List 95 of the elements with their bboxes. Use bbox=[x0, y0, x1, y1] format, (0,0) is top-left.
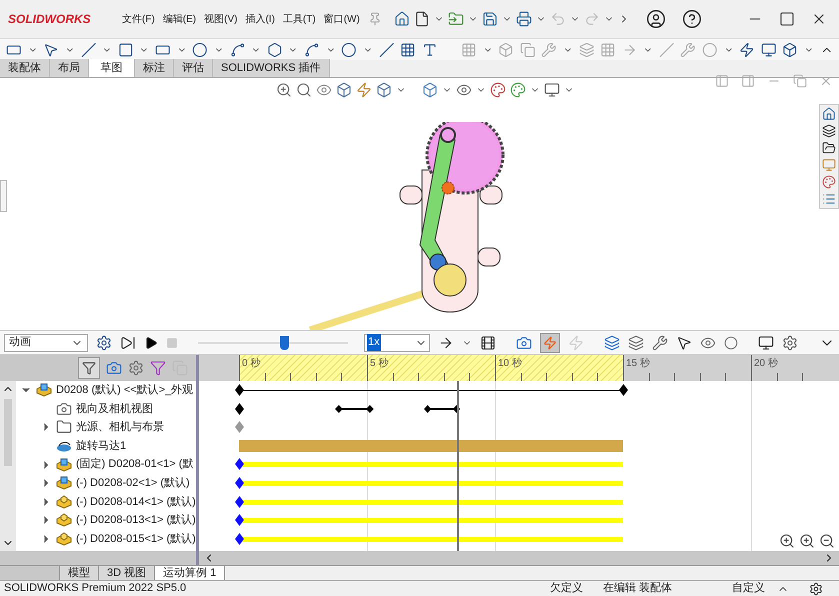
tree-item[interactable]: D0208 (默认) <<默认>_外观 bbox=[56, 382, 194, 399]
menu-item[interactable]: 文件(F) bbox=[118, 12, 159, 26]
speed-select[interactable]: 1x bbox=[364, 334, 430, 352]
slider-thumb[interactable] bbox=[280, 336, 288, 350]
tree-item[interactable]: 视向及相机视图 bbox=[76, 400, 153, 418]
editing-text: 在编辑 装配体 bbox=[603, 581, 672, 596]
folder-icon[interactable] bbox=[56, 419, 72, 436]
menu-item[interactable]: 窗口(W) bbox=[320, 12, 364, 26]
timeline-scrollbar[interactable] bbox=[199, 551, 839, 565]
units-button[interactable]: 自定义 bbox=[732, 580, 765, 596]
scene-icon[interactable] bbox=[510, 82, 526, 98]
motion-settings-icon[interactable] bbox=[782, 334, 798, 350]
menu-item[interactable]: 编辑(E) bbox=[158, 12, 200, 26]
study-tab[interactable]: 运动算例 1 bbox=[155, 566, 226, 580]
study-tab[interactable]: 3D 视图 bbox=[99, 566, 156, 580]
zoom-to-fit-icon[interactable] bbox=[779, 533, 795, 549]
ribbon-tab[interactable]: 草图 bbox=[89, 59, 135, 77]
tree-item[interactable]: (-) D0208-014<1> (默认) bbox=[76, 494, 196, 510]
scrollbar-thumb[interactable] bbox=[4, 399, 12, 466]
open-icon[interactable] bbox=[448, 11, 464, 27]
ribbon-tab[interactable]: 装配体 bbox=[0, 59, 50, 77]
rebuild-icon[interactable] bbox=[809, 582, 823, 596]
menu-item[interactable]: 插入(I) bbox=[241, 12, 279, 26]
filter-selected-icon[interactable] bbox=[150, 360, 166, 376]
hide-show-icon[interactable] bbox=[456, 82, 472, 98]
vertical-scrollbar[interactable] bbox=[0, 381, 16, 551]
text-icon[interactable] bbox=[422, 42, 438, 58]
circle-icon[interactable] bbox=[192, 42, 208, 58]
ribbon-tab[interactable]: SOLIDWORKS 插件 bbox=[213, 59, 330, 77]
line-icon[interactable] bbox=[80, 42, 96, 58]
tree-item[interactable]: (-) D0208-013<1> (默认) bbox=[76, 512, 196, 529]
tree-item[interactable]: 光源、相机与布景 bbox=[76, 419, 164, 436]
key-point-icon[interactable] bbox=[234, 476, 244, 489]
appearance-icon[interactable] bbox=[490, 82, 506, 98]
sketch-state-text: 欠定义 bbox=[550, 580, 584, 596]
ribbon-tab[interactable]: 评估 bbox=[174, 59, 213, 77]
assembly-icon bbox=[56, 458, 72, 472]
assembly-icon bbox=[36, 383, 52, 398]
study-type-select[interactable]: 动画 bbox=[4, 334, 88, 352]
arc-icon[interactable] bbox=[230, 42, 246, 58]
ribbon-tab[interactable]: 布局 bbox=[50, 59, 89, 77]
key-interval-bar[interactable] bbox=[334, 404, 374, 413]
key-point-icon[interactable] bbox=[234, 458, 244, 470]
time-label: 15 秒 bbox=[626, 356, 650, 371]
camera-icon[interactable] bbox=[56, 400, 72, 417]
play-icon[interactable] bbox=[144, 336, 158, 350]
app-logo: SOLIDWORKS bbox=[8, 11, 92, 28]
assembly-icon bbox=[56, 476, 72, 490]
time-label: 10 秒 bbox=[498, 356, 522, 371]
user-icon[interactable] bbox=[646, 9, 666, 29]
horizontal-scrollbar[interactable] bbox=[0, 551, 196, 565]
time-bar[interactable] bbox=[456, 381, 459, 551]
zoom-to-fit-icon[interactable] bbox=[276, 82, 292, 98]
time-label: 5 秒 bbox=[370, 356, 388, 371]
playback-slider[interactable] bbox=[198, 336, 348, 350]
tile-right-icon[interactable] bbox=[741, 74, 755, 88]
polygon-icon[interactable] bbox=[266, 42, 282, 58]
part-icon bbox=[56, 532, 72, 546]
key-point-icon[interactable] bbox=[234, 402, 244, 415]
key-point-icon[interactable] bbox=[234, 384, 244, 396]
filter-button[interactable] bbox=[78, 357, 100, 379]
study-tab[interactable]: 模型 bbox=[60, 566, 99, 580]
print-icon[interactable] bbox=[516, 11, 532, 27]
zoom-in-icon[interactable] bbox=[799, 533, 815, 549]
tile-left-icon[interactable] bbox=[715, 74, 729, 88]
key-point-icon[interactable] bbox=[234, 496, 244, 508]
rectangle-icon[interactable] bbox=[118, 42, 134, 58]
ribbon-tab[interactable]: 标注 bbox=[135, 59, 174, 77]
time-label: 20 秒 bbox=[754, 356, 778, 371]
file-explorer-icon[interactable] bbox=[822, 141, 836, 155]
key-point-icon[interactable] bbox=[618, 384, 628, 396]
appearances-icon[interactable] bbox=[822, 175, 836, 189]
maximize-icon[interactable] bbox=[779, 11, 795, 27]
menu-item[interactable]: 视图(V) bbox=[200, 12, 242, 26]
version-text: SOLIDWORKS Premium 2022 SP5.0 bbox=[4, 581, 186, 596]
autokey-button[interactable] bbox=[540, 332, 560, 352]
zoom-out-icon[interactable] bbox=[819, 533, 835, 549]
key-point-icon[interactable] bbox=[234, 514, 244, 526]
help-icon[interactable] bbox=[682, 9, 702, 29]
tree-item[interactable]: (-) D0208-015<1> (默认) bbox=[76, 530, 196, 548]
filter-icon bbox=[82, 361, 96, 375]
home-icon[interactable] bbox=[394, 11, 410, 27]
part-icon bbox=[56, 513, 72, 528]
new-document-icon[interactable] bbox=[414, 11, 430, 27]
part-icon bbox=[56, 494, 72, 509]
tree-item[interactable]: (固定) D0208-01<1> (默 bbox=[76, 456, 194, 473]
tree-item[interactable]: 旋转马达1 bbox=[76, 438, 126, 454]
menu-item[interactable]: 工具(T) bbox=[278, 12, 320, 26]
home-icon[interactable] bbox=[822, 107, 836, 121]
panel-flyout-handle[interactable] bbox=[0, 180, 7, 212]
tree-item[interactable]: (-) D0208-02<1> (默认) bbox=[76, 475, 190, 492]
save-icon[interactable] bbox=[482, 11, 498, 27]
key-point-icon[interactable] bbox=[234, 532, 244, 545]
play-from-start-icon[interactable] bbox=[120, 334, 136, 350]
time-label: 0 秒 bbox=[242, 356, 260, 371]
